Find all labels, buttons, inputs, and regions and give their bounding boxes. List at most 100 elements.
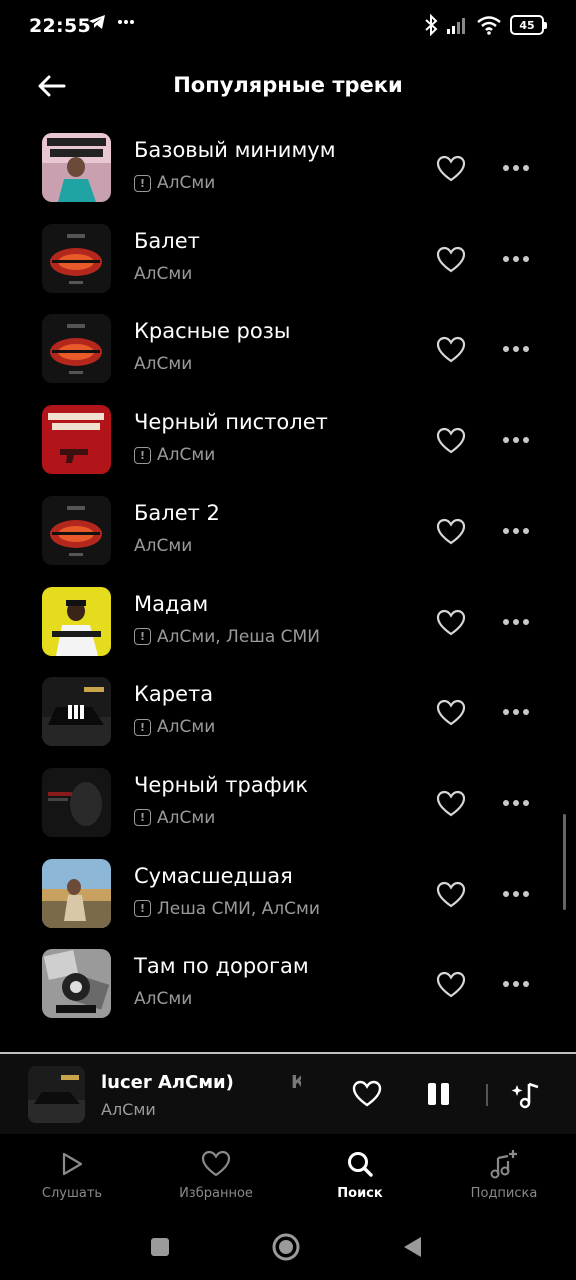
- track-artist-line: АлСми: [134, 536, 192, 556]
- dot-icon: [513, 165, 519, 171]
- like-button[interactable]: [434, 334, 468, 366]
- player-like-button[interactable]: [350, 1078, 384, 1110]
- dot-icon: [523, 799, 529, 806]
- search-icon: [348, 1152, 373, 1177]
- heart-icon: [436, 790, 466, 817]
- like-button[interactable]: [434, 969, 468, 1001]
- nav-label: Поиск: [337, 1186, 383, 1201]
- my-wave-button[interactable]: [506, 1076, 546, 1114]
- track-row[interactable]: Черный пистолет! АлСми: [0, 398, 576, 488]
- track-cover[interactable]: [42, 495, 111, 565]
- dot-icon: [523, 527, 529, 534]
- player-next-title: К: [291, 1072, 301, 1093]
- track-cover[interactable]: [42, 314, 111, 384]
- track-title: Базовый минимум: [134, 138, 336, 162]
- player-divider: [486, 1084, 488, 1106]
- bluetooth-icon: [425, 14, 438, 36]
- explicit-icon: !: [134, 174, 151, 192]
- more-options-button[interactable]: [499, 157, 533, 179]
- track-title: Балет 2: [134, 500, 220, 525]
- track-artist: АлСми, Леша СМИ: [157, 626, 320, 647]
- more-options-button[interactable]: [499, 973, 533, 995]
- track-row[interactable]: Красные розы АлСми: [0, 307, 576, 397]
- like-button[interactable]: [434, 697, 468, 729]
- nav-item-search[interactable]: Поиск: [288, 1134, 432, 1214]
- dot-icon: [503, 437, 509, 444]
- track-artist: АлСми: [134, 354, 193, 375]
- explicit-icon: !: [134, 718, 151, 736]
- track-list[interactable]: Базовый минимум! АлСми Балет АлСми Красные р…: [0, 126, 576, 1052]
- back-system-button[interactable]: [395, 1230, 429, 1264]
- track-cover[interactable]: [42, 223, 111, 293]
- heart-icon: [436, 518, 466, 545]
- like-button[interactable]: [434, 425, 468, 457]
- track-cover[interactable]: [42, 586, 111, 656]
- dot-icon: [503, 799, 509, 806]
- page-title: Популярные треки: [173, 73, 403, 97]
- track-cover[interactable]: [42, 677, 111, 747]
- track-row[interactable]: Балет АлСми: [0, 217, 576, 307]
- track-row[interactable]: Там по дорогам АлСми: [0, 942, 576, 1032]
- dot-icon: [513, 437, 519, 444]
- track-artist: АлСми: [157, 807, 216, 828]
- track-artist: Леша СМИ, АлСми: [157, 898, 320, 919]
- player-track-title: lucer АлСми): [101, 1072, 234, 1093]
- track-cover[interactable]: [42, 949, 111, 1019]
- mini-player[interactable]: lucer АлСми) К АлСми: [0, 1052, 576, 1134]
- pause-button[interactable]: [424, 1080, 452, 1108]
- track-artist-line: ! АлСми: [134, 445, 215, 465]
- track-title: Мадам: [134, 591, 209, 616]
- more-options-button[interactable]: [499, 701, 533, 723]
- track-artist: АлСми: [134, 535, 193, 556]
- track-artist-line: ! АлСми: [134, 173, 215, 193]
- more-options-button[interactable]: [499, 248, 533, 270]
- track-title: Сумасшедшая: [134, 863, 293, 888]
- more-options-button[interactable]: [499, 429, 533, 451]
- more-options-button[interactable]: [499, 338, 533, 360]
- track-artist-line: ! Леша СМИ, АлСми: [134, 899, 320, 919]
- like-button[interactable]: [434, 788, 468, 820]
- more-options-button[interactable]: [499, 883, 533, 905]
- dot-icon: [523, 165, 529, 171]
- heart-icon: [436, 427, 466, 454]
- heart-icon: [352, 1080, 382, 1107]
- home-button[interactable]: [269, 1230, 303, 1264]
- more-options-button[interactable]: [499, 520, 533, 542]
- dot-icon: [503, 346, 509, 353]
- more-options-button[interactable]: [499, 792, 533, 814]
- track-row[interactable]: Балет 2 АлСми: [0, 489, 576, 579]
- recents-button[interactable]: [143, 1230, 177, 1264]
- track-cover[interactable]: [42, 133, 111, 202]
- dot-icon: [503, 165, 509, 171]
- like-button[interactable]: [434, 244, 468, 276]
- track-cover[interactable]: [42, 858, 111, 928]
- heart-icon: [436, 155, 466, 182]
- track-artist-line: АлСми: [134, 989, 192, 1009]
- dot-icon: [523, 890, 529, 897]
- nav-item-listen[interactable]: Слушать: [0, 1134, 144, 1214]
- track-artist-line: ! АлСми: [134, 717, 215, 737]
- like-button[interactable]: [434, 153, 468, 185]
- track-row[interactable]: Сумасшедшая ! Леша СМИ, АлСми: [0, 852, 576, 942]
- like-button[interactable]: [434, 879, 468, 911]
- scrollbar[interactable]: [563, 814, 566, 910]
- heart-icon: [436, 337, 466, 363]
- dot-icon: [503, 890, 509, 897]
- track-row[interactable]: Базовый минимум ! АлСми: [0, 126, 576, 216]
- track-cover[interactable]: [42, 405, 111, 475]
- track-row[interactable]: Мадам! АлСми, Леша СМИ: [0, 580, 576, 670]
- more-options-button[interactable]: [499, 611, 533, 633]
- square-icon: [151, 1238, 169, 1256]
- track-row[interactable]: Черный трафик! АлСми: [0, 761, 576, 851]
- track-cover[interactable]: [42, 767, 111, 837]
- nav-label: Избранное: [179, 1186, 253, 1201]
- like-button[interactable]: [434, 516, 468, 548]
- nav-item-subscription[interactable]: Подписка: [432, 1134, 576, 1214]
- dot-icon: [523, 255, 529, 262]
- player-cover[interactable]: [28, 1066, 85, 1123]
- dot-icon: [513, 346, 519, 353]
- track-row[interactable]: Карета! АлСми: [0, 670, 576, 760]
- nav-item-favorites[interactable]: Избранное: [144, 1134, 288, 1214]
- like-button[interactable]: [434, 607, 468, 639]
- track-title: Там по дорогам: [134, 954, 309, 979]
